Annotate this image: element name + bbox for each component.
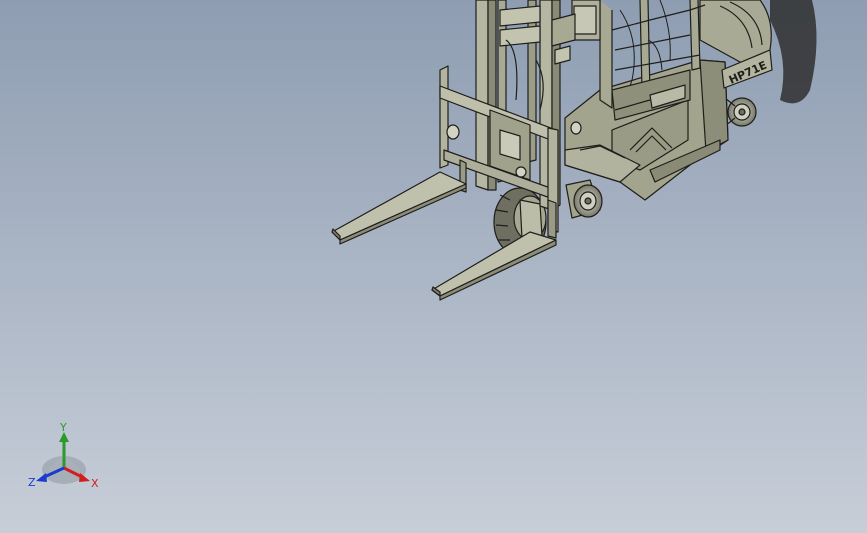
triad-z-label: Z bbox=[28, 476, 36, 489]
triad-x-label: X bbox=[91, 477, 99, 490]
triad-y-label: Y bbox=[59, 421, 67, 434]
graphics-viewport[interactable]: HP71E Y X Z bbox=[0, 0, 867, 533]
model-scene[interactable]: HP71E bbox=[0, 0, 867, 533]
reference-triad: Y X Z bbox=[28, 421, 99, 490]
rear-wheel-hub bbox=[724, 97, 757, 127]
